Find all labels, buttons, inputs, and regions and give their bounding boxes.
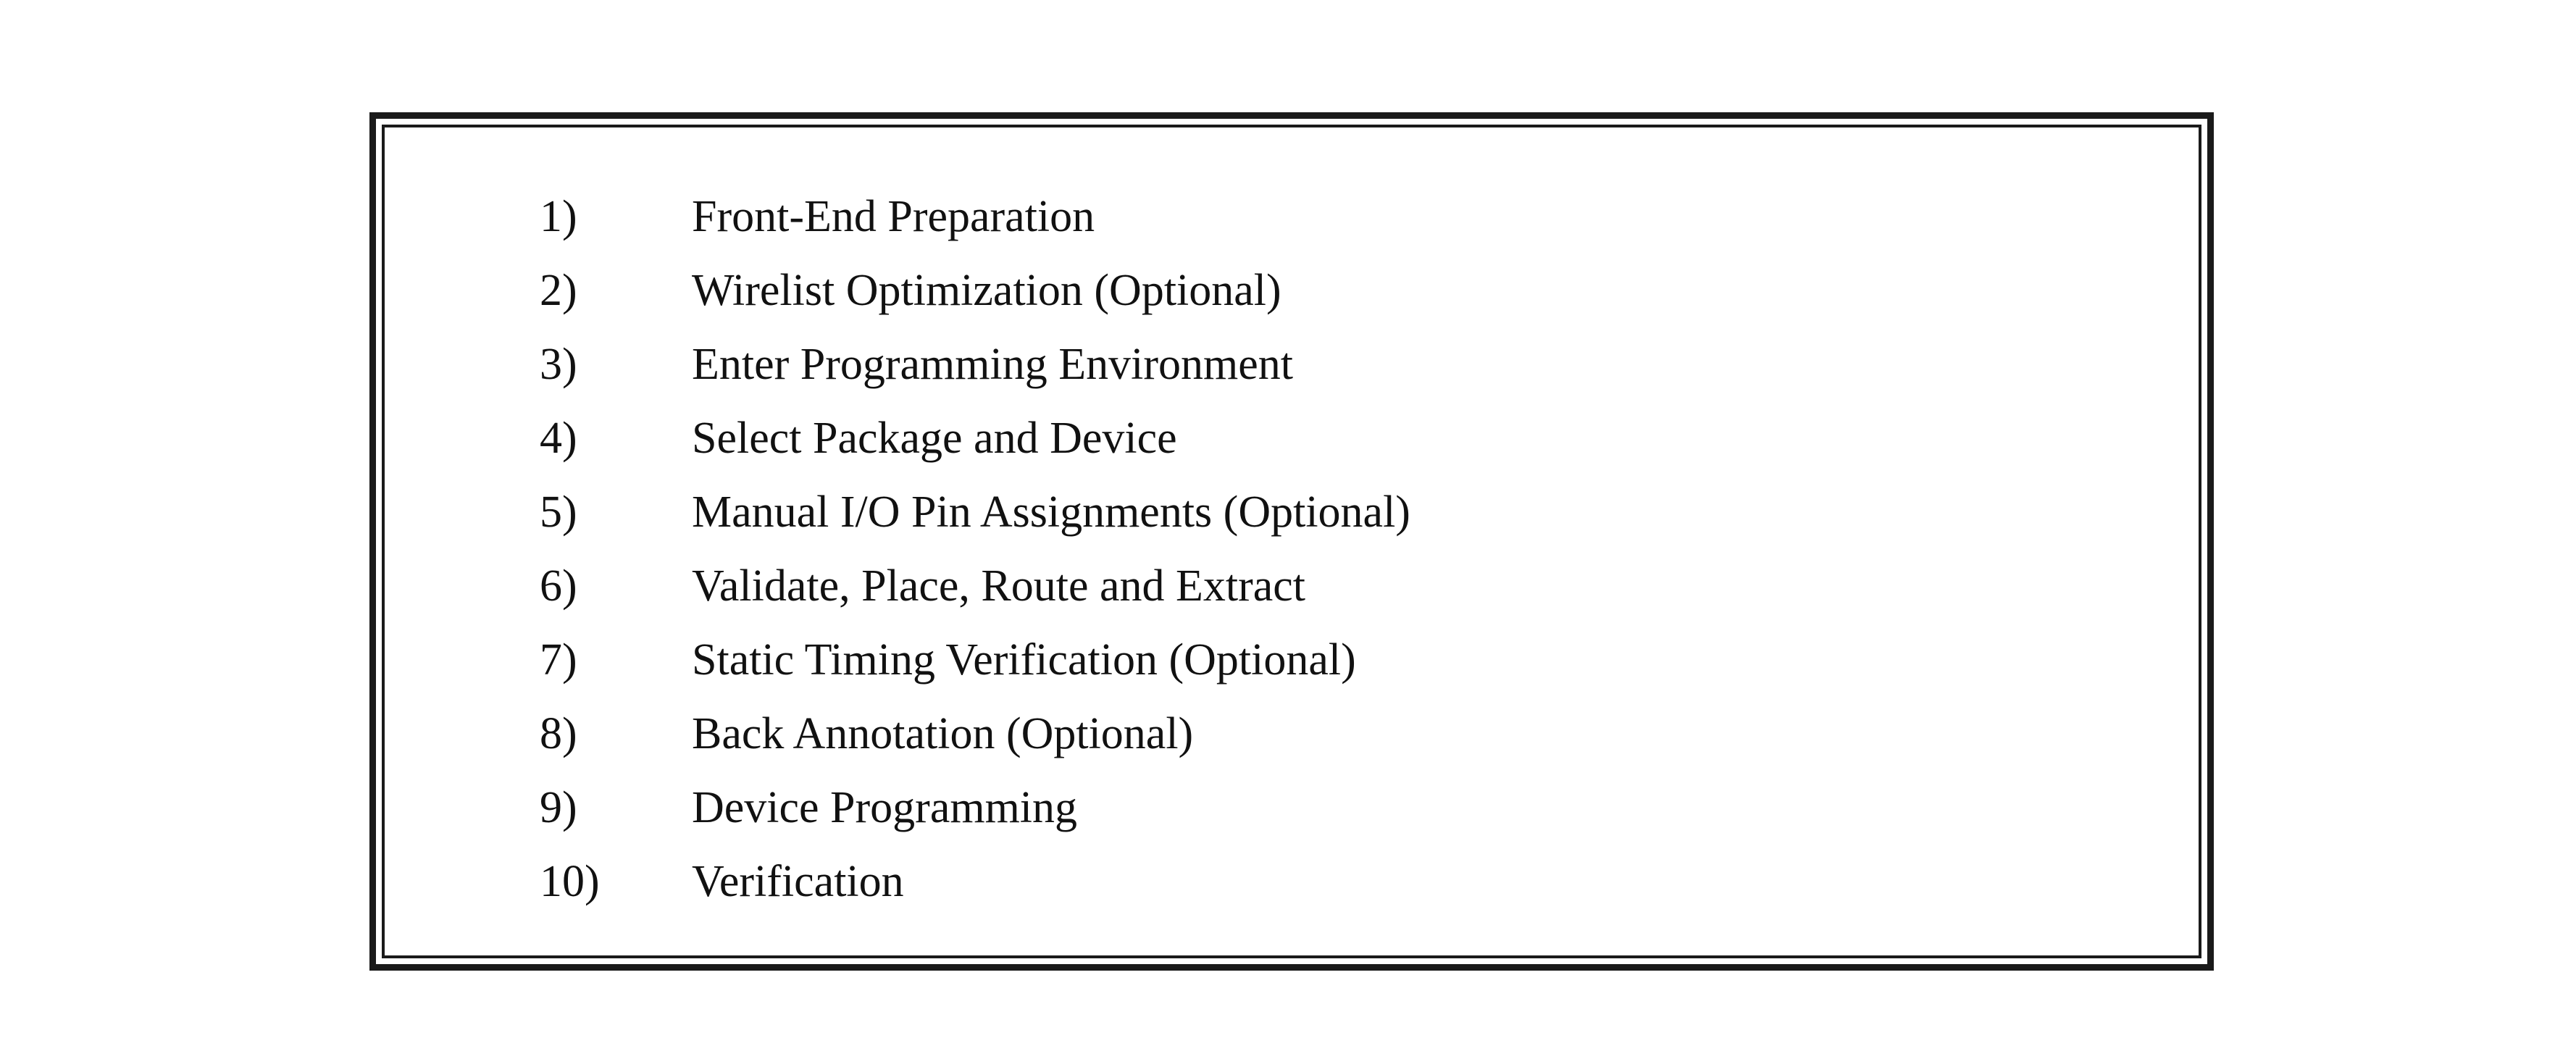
list-item: 3) Enter Programming Environment xyxy=(540,327,1410,401)
step-text: Verification xyxy=(692,857,904,906)
step-number: 5) xyxy=(540,487,577,537)
step-number: 8) xyxy=(540,709,577,758)
list-item: 1) Front-End Preparation xyxy=(540,180,1410,254)
step-number: 7) xyxy=(540,635,577,685)
list-item: 4) Select Package and Device xyxy=(540,401,1410,475)
step-number: 3) xyxy=(540,340,577,389)
step-text: Device Programming xyxy=(692,783,1078,832)
step-text: Enter Programming Environment xyxy=(692,340,1293,389)
list-item: 10) Verification xyxy=(540,845,1410,918)
step-text: Manual I/O Pin Assignments (Optional) xyxy=(692,487,1410,537)
list-item: 7) Static Timing Verification (Optional) xyxy=(540,623,1410,697)
step-text: Front-End Preparation xyxy=(692,192,1095,241)
step-text: Select Package and Device xyxy=(692,414,1177,463)
step-number: 6) xyxy=(540,561,577,611)
step-number: 2) xyxy=(540,266,577,315)
list-item: 9) Device Programming xyxy=(540,771,1410,845)
step-number: 4) xyxy=(540,414,577,463)
step-text: Validate, Place, Route and Extract xyxy=(692,561,1306,611)
step-text: Wirelist Optimization (Optional) xyxy=(692,266,1281,315)
list-item: 8) Back Annotation (Optional) xyxy=(540,697,1410,771)
list-item: 5) Manual I/O Pin Assignments (Optional) xyxy=(540,475,1410,549)
step-text: Static Timing Verification (Optional) xyxy=(692,635,1356,685)
step-number: 10) xyxy=(540,857,600,906)
step-text: Back Annotation (Optional) xyxy=(692,709,1194,758)
list-item: 2) Wirelist Optimization (Optional) xyxy=(540,254,1410,327)
design-flow-steps-list: 1) Front-End Preparation 2) Wirelist Opt… xyxy=(540,180,1410,918)
step-number: 1) xyxy=(540,192,577,241)
step-number: 9) xyxy=(540,783,577,832)
list-item: 6) Validate, Place, Route and Extract xyxy=(540,549,1410,623)
